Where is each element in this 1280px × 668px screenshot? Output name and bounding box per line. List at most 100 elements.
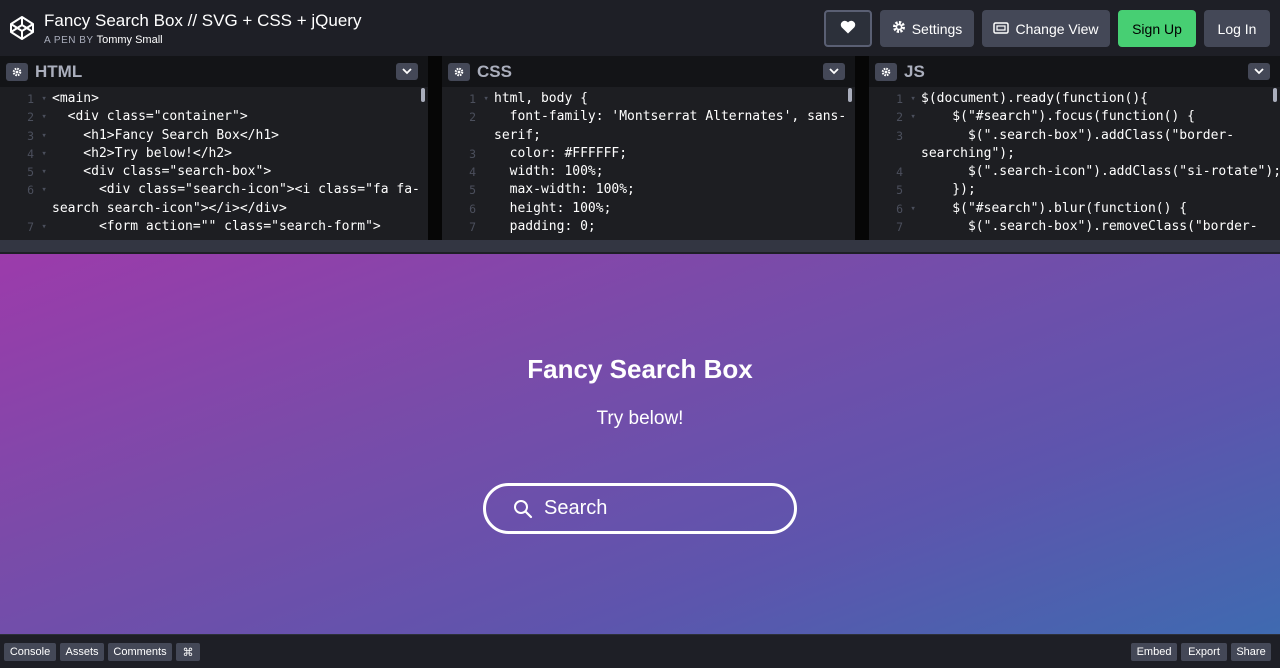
code-line: search search-icon"></i></div> (0, 200, 428, 218)
line-number: 4 (896, 165, 903, 180)
css-chevron-down-icon[interactable] (823, 63, 845, 80)
codepen-logo-icon[interactable] (0, 0, 44, 56)
fold-toggle-icon (478, 145, 494, 163)
code-text: <h1>Fancy Search Box</h1> (52, 127, 279, 143)
fold-toggle-icon[interactable]: ▾ (905, 90, 921, 108)
fold-toggle-icon[interactable]: ▾ (36, 163, 52, 181)
code-line: 3 ▾ <h1>Fancy Search Box</h1> (0, 127, 428, 145)
preview-pane: Fancy Search Box Try below! (0, 254, 1280, 634)
pen-by-label: A PEN BY (44, 34, 94, 46)
code-line: 4 $(".search-icon").addClass("si-rotate"… (869, 163, 1280, 181)
search-icon (512, 498, 534, 520)
fold-toggle-icon[interactable]: ▾ (478, 90, 494, 108)
code-text: padding: 0; (494, 219, 596, 235)
change-view-button[interactable]: Change View (982, 10, 1110, 47)
css-settings-gear-icon[interactable] (448, 62, 470, 81)
code-line: 4 ▾ <h2>Try below!</h2> (0, 145, 428, 163)
js-settings-gear-icon[interactable] (875, 62, 897, 81)
line-number: 3 (27, 128, 34, 143)
embed-button[interactable]: Embed (1131, 643, 1177, 661)
console-button[interactable]: Console (4, 643, 56, 661)
assets-button[interactable]: Assets (60, 643, 104, 661)
js-code-area[interactable]: 1 ▾ $(document).ready(function(){2 ▾ $("#… (869, 87, 1280, 240)
line-number: 4 (27, 146, 34, 161)
line-number: 1 (469, 92, 476, 106)
code-line: 7 ▾ <form action="" class="search-form"> (0, 218, 428, 236)
fold-toggle-icon[interactable]: ▾ (36, 108, 52, 126)
settings-label: Settings (911, 20, 963, 37)
code-line: serif; (442, 127, 855, 145)
code-text: }); (921, 182, 976, 198)
pen-title[interactable]: Fancy Search Box // SVG + CSS + jQuery (44, 11, 361, 31)
search-input[interactable] (544, 497, 764, 520)
fold-toggle-icon (905, 145, 921, 163)
header: Fancy Search Box // SVG + CSS + jQuery A… (0, 0, 1280, 56)
code-line: 3 $(".search-box").addClass("border- (869, 127, 1280, 145)
css-editor-header: CSS (442, 56, 855, 87)
share-button[interactable]: Share (1231, 643, 1271, 661)
html-editor: HTML 1 ▾ <main> 2 ▾ <div class="container"… (0, 56, 442, 240)
code-text: $("#search").blur(function() { (921, 200, 1188, 216)
line-number (442, 127, 478, 145)
fold-toggle-icon[interactable]: ▾ (36, 218, 52, 236)
code-text: <main> (52, 91, 99, 106)
pen-title-block: Fancy Search Box // SVG + CSS + jQuery A… (44, 11, 361, 46)
code-line: 5 max-width: 100%; (442, 181, 855, 199)
js-scrollbar[interactable] (1273, 88, 1277, 102)
code-text: <div class="container"> (52, 109, 248, 125)
line-number: 1 (27, 92, 34, 106)
code-text: <div class="search-icon"><i class="fa fa… (52, 182, 420, 198)
fold-toggle-icon (478, 127, 494, 145)
html-code-area[interactable]: 1 ▾ <main> 2 ▾ <div class="container"> 3 ▾ … (0, 87, 428, 240)
html-editor-title: HTML (35, 61, 83, 81)
fold-toggle-icon[interactable]: ▾ (36, 145, 52, 163)
editor-resize-handle[interactable] (0, 240, 1280, 254)
fold-toggle-icon[interactable]: ▾ (36, 90, 52, 108)
code-line: 3 color: #FFFFFF; (442, 145, 855, 163)
author-link[interactable]: Tommy Small (97, 34, 163, 46)
html-chevron-down-icon[interactable] (396, 63, 418, 80)
log-in-button[interactable]: Log In (1204, 10, 1270, 47)
line-number: 7 (896, 220, 903, 235)
js-chevron-down-icon[interactable] (1248, 63, 1270, 80)
js-editor-header: JS (869, 56, 1280, 87)
sign-up-button[interactable]: Sign Up (1118, 10, 1196, 47)
editor-panels: HTML 1 ▾ <main> 2 ▾ <div class="container"… (0, 56, 1280, 240)
html-settings-gear-icon[interactable] (6, 62, 28, 81)
keyboard-shortcuts-button[interactable]: ⌘ (176, 643, 200, 661)
footer-bar: Console Assets Comments ⌘ Embed Export S… (0, 634, 1280, 668)
line-number: 6 (896, 201, 903, 216)
code-text: <div class="search-box"> (52, 164, 272, 180)
fold-toggle-icon[interactable]: ▾ (36, 127, 52, 145)
comments-button[interactable]: Comments (108, 643, 172, 661)
pen-author-line: A PEN BY Tommy Small (44, 34, 361, 46)
code-text: height: 100%; (494, 200, 612, 216)
code-line: 2 font-family: 'Montserrat Alternates', … (442, 108, 855, 126)
line-number: 3 (896, 128, 903, 143)
settings-button[interactable]: Settings (880, 10, 974, 47)
css-editor: CSS 1 ▾ html, body { 2 font-family: 'Monts… (442, 56, 869, 240)
html-scrollbar[interactable] (421, 88, 425, 102)
code-text: html, body { (494, 91, 588, 106)
fold-toggle-icon (478, 108, 494, 126)
fold-toggle-icon[interactable]: ▾ (905, 108, 921, 126)
search-box[interactable] (483, 483, 797, 534)
heart-button[interactable] (824, 10, 872, 47)
css-code-area[interactable]: 1 ▾ html, body { 2 font-family: 'Montserra… (442, 87, 855, 240)
line-number: 6 (27, 183, 34, 198)
gear-icon (892, 20, 906, 37)
code-text: font-family: 'Montserrat Alternates', sa… (494, 109, 847, 125)
css-scrollbar[interactable] (848, 88, 852, 102)
line-number (0, 200, 36, 218)
line-number: 2 (896, 110, 903, 125)
export-button[interactable]: Export (1181, 643, 1227, 661)
fold-toggle-icon[interactable]: ▾ (36, 181, 52, 199)
preview-subheading: Try below! (596, 408, 684, 429)
html-editor-header: HTML (0, 56, 428, 87)
code-line: 6 ▾ $("#search").blur(function() { (869, 200, 1280, 218)
fold-toggle-icon[interactable]: ▾ (905, 200, 921, 218)
line-number: 5 (896, 183, 903, 198)
code-text: color: #FFFFFF; (494, 145, 628, 161)
code-text: searching"); (921, 145, 1015, 161)
fold-toggle-icon (905, 181, 921, 199)
